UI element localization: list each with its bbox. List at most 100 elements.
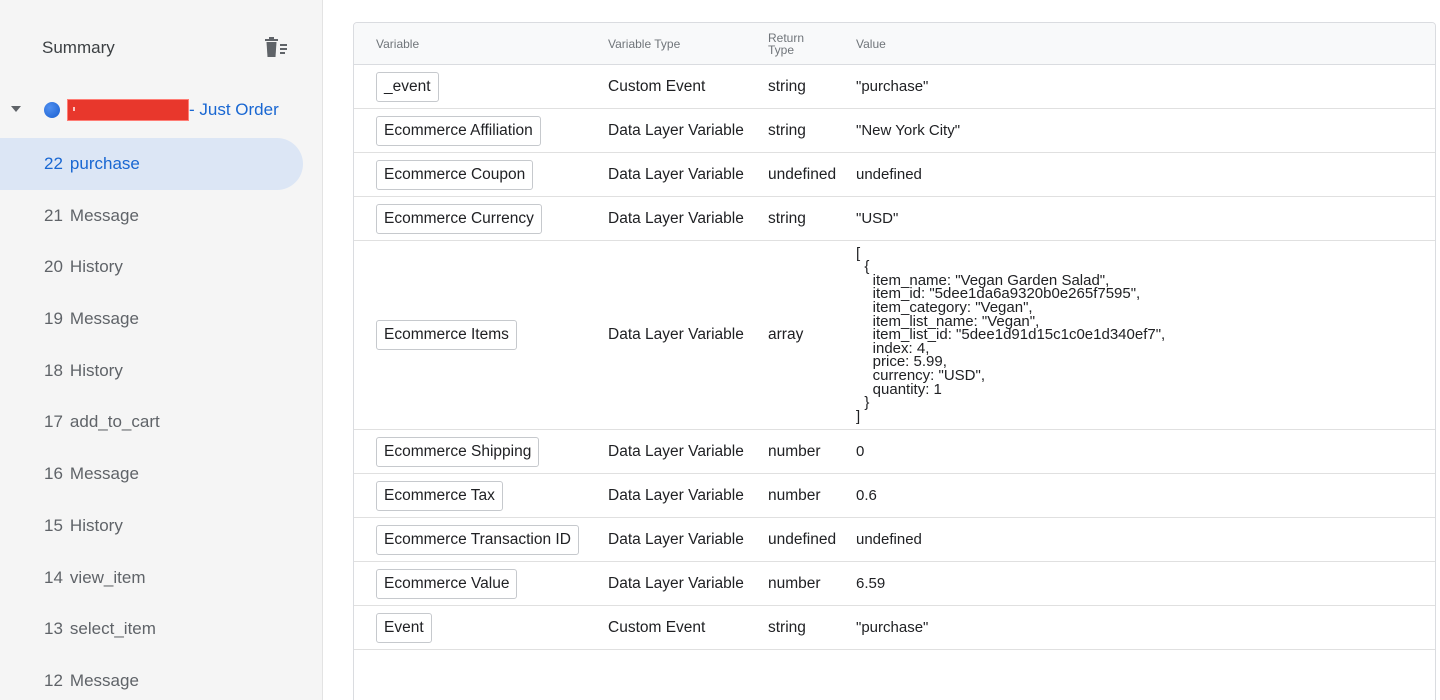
return-type-cell: number xyxy=(768,574,821,592)
event-item[interactable]: 16 Message xyxy=(0,448,323,500)
table-row: Ecommerce Currency Data Layer Variable str… xyxy=(354,197,1435,241)
return-type-cell: undefined xyxy=(768,530,837,548)
variable-cell: Event xyxy=(376,606,432,649)
event-number: 18 xyxy=(44,360,63,380)
table-row: Ecommerce Items Data Layer Variable array [… xyxy=(354,241,1435,430)
event-name: Message xyxy=(69,205,139,225)
container-row[interactable]: - Just Order xyxy=(0,90,323,130)
variable-type-cell: Data Layer Variable xyxy=(608,165,744,183)
event-number: 14 xyxy=(44,567,63,587)
table-row: Ecommerce Coupon Data Layer Variable undef… xyxy=(354,153,1435,197)
return-type-cell: number xyxy=(768,486,821,504)
event-name: History xyxy=(69,360,123,380)
event-item[interactable]: 14 view_item xyxy=(0,552,323,604)
event-name: Message xyxy=(69,670,139,690)
table-row: Ecommerce Transaction ID Data Layer Varia… xyxy=(354,518,1435,562)
value-text: "USD" xyxy=(856,209,899,227)
value-text: 0 xyxy=(856,442,865,460)
variable-type-cell: Custom Event xyxy=(608,618,706,636)
variable-name-chip[interactable]: Ecommerce Items xyxy=(376,320,517,350)
event-item[interactable]: 20 History xyxy=(0,241,323,293)
value-cell: "USD" xyxy=(856,197,898,240)
event-number: 20 xyxy=(44,257,63,277)
container-name[interactable]: - Just Order xyxy=(189,100,279,120)
variable-name-chip[interactable]: Ecommerce Value xyxy=(376,568,518,599)
value-cell: undefined xyxy=(856,518,922,561)
summary-label: Summary xyxy=(42,38,115,57)
return-type-cell: undefined xyxy=(768,165,837,183)
event-item[interactable]: 22 purchase xyxy=(0,138,303,190)
summary-row[interactable]: Summary xyxy=(0,22,323,74)
variable-type-cell: Custom Event xyxy=(608,77,706,95)
value-cell: "purchase" xyxy=(856,65,928,108)
event-name: view_item xyxy=(69,567,146,587)
event-item[interactable]: 21 Message xyxy=(0,190,323,242)
value-text: 6.59 xyxy=(856,574,886,592)
clear-messages-icon[interactable] xyxy=(262,36,290,60)
value-text: [ { item_name: "Vegan Garden Salad", ite… xyxy=(856,244,1166,425)
event-item[interactable]: 18 History xyxy=(0,345,323,397)
event-name: History xyxy=(69,257,123,277)
header-value: Value xyxy=(856,37,886,51)
event-number: 12 xyxy=(44,670,63,690)
return-type-cell: string xyxy=(768,618,806,636)
event-number: 15 xyxy=(44,515,63,535)
variable-name-chip[interactable]: Ecommerce Shipping xyxy=(376,436,540,467)
expand-caret-icon[interactable] xyxy=(11,106,21,112)
variable-cell: Ecommerce Transaction ID xyxy=(376,518,579,561)
table-row: Ecommerce Tax Data Layer Variable number 0.… xyxy=(354,474,1435,518)
value-cell: [ { item_name: "Vegan Garden Salad", ite… xyxy=(856,241,1165,429)
variable-cell: Ecommerce Affiliation xyxy=(376,109,541,152)
header-return-type: Return Type xyxy=(768,31,805,57)
table-header: Variable Variable Type Return Type Value xyxy=(354,23,1435,65)
event-item[interactable]: 17 add_to_cart xyxy=(0,396,323,448)
event-number: 17 xyxy=(44,412,63,432)
table-row: _event Custom Event string "purchase" xyxy=(354,65,1435,109)
variable-type-cell: Data Layer Variable xyxy=(608,209,744,227)
variables-table: Variable Variable Type Return Type Value… xyxy=(353,22,1436,700)
variable-cell: _event xyxy=(376,65,439,108)
value-cell: "New York City" xyxy=(856,109,960,152)
variable-name-chip[interactable]: _event xyxy=(376,71,439,102)
event-item[interactable]: 12 Message xyxy=(0,655,323,700)
return-type-cell: array xyxy=(768,326,804,343)
variable-cell: Ecommerce Shipping xyxy=(376,430,540,473)
container-status-dot-icon xyxy=(44,102,60,118)
table-body: _event Custom Event string "purchase" Ecomme… xyxy=(354,65,1435,650)
variable-name-chip[interactable]: Ecommerce Affiliation xyxy=(376,115,541,146)
variable-name-chip[interactable]: Ecommerce Transaction ID xyxy=(376,524,579,555)
variable-name-chip[interactable]: Ecommerce Currency xyxy=(376,203,542,234)
value-cell: undefined xyxy=(856,153,922,196)
value-text: 0.6 xyxy=(856,486,877,504)
value-text: "New York City" xyxy=(856,121,961,139)
event-item[interactable]: 19 Message xyxy=(0,293,323,345)
event-name: Message xyxy=(69,309,139,329)
event-item[interactable]: 15 History xyxy=(0,500,323,552)
event-name: add_to_cart xyxy=(69,412,160,432)
variable-type-cell: Data Layer Variable xyxy=(608,530,744,548)
event-name: History xyxy=(69,515,123,535)
value-text: undefined xyxy=(856,530,922,548)
variable-type-cell: Data Layer Variable xyxy=(608,574,744,592)
variable-name-chip[interactable]: Event xyxy=(376,612,432,643)
event-number: 16 xyxy=(44,464,63,484)
event-number: 22 xyxy=(44,154,63,173)
value-cell: 0.6 xyxy=(856,474,877,517)
variable-name-chip[interactable]: Ecommerce Tax xyxy=(376,480,503,511)
variable-cell: Ecommerce Coupon xyxy=(376,153,534,196)
event-item[interactable]: 13 select_item xyxy=(0,603,323,655)
event-name: Message xyxy=(69,464,139,484)
value-cell: 6.59 xyxy=(856,562,885,605)
event-number: 19 xyxy=(44,309,63,329)
variable-name-chip[interactable]: Ecommerce Coupon xyxy=(376,159,534,190)
value-text: "purchase" xyxy=(856,618,929,636)
return-type-cell: string xyxy=(768,77,806,95)
variable-cell: Ecommerce Items xyxy=(376,241,517,429)
variable-cell: Ecommerce Currency xyxy=(376,197,542,240)
sidebar: Summary - Just Order 22 purchase 21 Message… xyxy=(0,0,323,700)
redacted-container-name xyxy=(67,99,189,121)
table-row: Ecommerce Shipping Data Layer Variable num… xyxy=(354,430,1435,474)
table-row: Ecommerce Value Data Layer Variable number… xyxy=(354,562,1435,606)
variable-cell: Ecommerce Tax xyxy=(376,474,503,517)
variable-type-cell: Data Layer Variable xyxy=(608,326,744,343)
